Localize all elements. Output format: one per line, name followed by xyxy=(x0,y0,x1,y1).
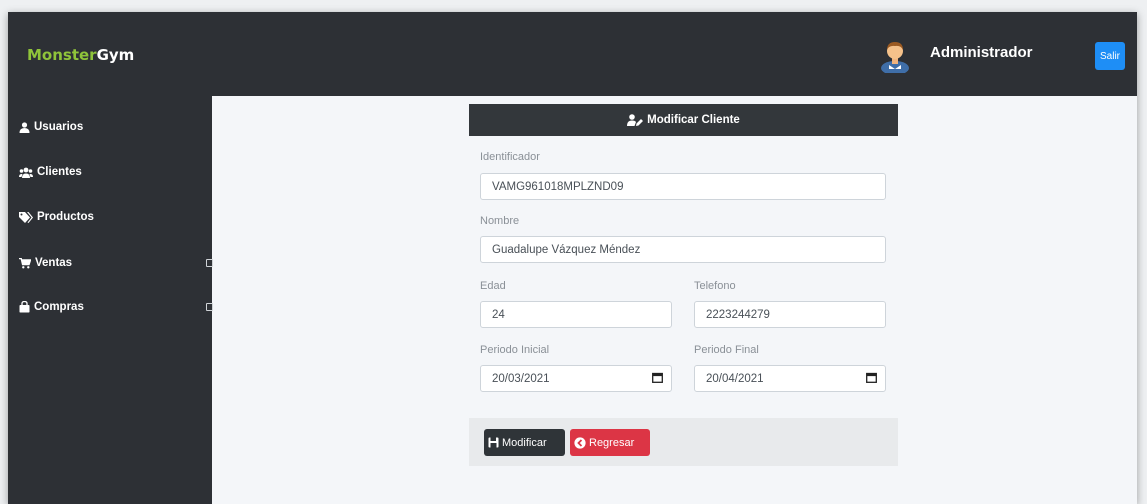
user-icon xyxy=(19,121,30,133)
phone-label: Telefono xyxy=(694,280,736,292)
brand-part-2: Gym xyxy=(96,46,135,64)
modify-button-label: Modificar xyxy=(502,436,547,449)
start-date-field[interactable] xyxy=(480,365,672,392)
top-navbar: MonsterGym Administrador Salir xyxy=(8,12,1137,96)
brand-logo[interactable]: MonsterGym xyxy=(27,46,134,64)
form-header: Modificar Cliente xyxy=(469,104,898,136)
app-window: MonsterGym Administrador Salir Usuarios … xyxy=(8,12,1137,504)
sidebar-item-productos[interactable]: Productos xyxy=(19,207,209,227)
calendar-icon[interactable] xyxy=(652,372,663,383)
back-button[interactable]: Regresar xyxy=(570,429,650,456)
sidebar-item-compras[interactable]: Compras xyxy=(19,297,213,317)
admin-username: Administrador xyxy=(930,44,1033,61)
name-label: Nombre xyxy=(480,215,520,227)
start-date-label: Periodo Inicial xyxy=(480,344,550,356)
identifier-field[interactable] xyxy=(480,173,886,200)
save-icon xyxy=(488,437,499,448)
brand-part-1: Monster xyxy=(27,46,97,64)
sidebar-item-label: Productos xyxy=(37,211,94,223)
age-label: Edad xyxy=(480,280,506,292)
end-date-label: Periodo Final xyxy=(694,344,759,356)
sidebar-item-label: Usuarios xyxy=(34,121,84,133)
tags-icon xyxy=(19,211,33,223)
phone-field[interactable] xyxy=(694,301,886,328)
submenu-indicator-icon xyxy=(206,259,213,267)
sidebar-item-ventas[interactable]: Ventas xyxy=(19,253,213,273)
end-date-picker[interactable] xyxy=(694,365,886,392)
identifier-label: Identificador xyxy=(480,151,540,163)
users-icon xyxy=(19,167,33,178)
name-field[interactable] xyxy=(480,236,886,263)
sidebar-item-label: Compras xyxy=(34,301,84,313)
submenu-indicator-icon xyxy=(206,303,213,311)
back-button-label: Regresar xyxy=(589,436,635,449)
bag-icon xyxy=(19,301,30,313)
form-title: Modificar Cliente xyxy=(647,114,740,126)
end-date-field[interactable] xyxy=(694,365,886,392)
arrow-circle-left-icon xyxy=(574,436,586,449)
user-avatar-icon xyxy=(881,42,909,73)
sidebar: Usuarios Clientes Productos Ventas Compr… xyxy=(8,96,213,504)
logout-button[interactable]: Salir xyxy=(1095,42,1125,70)
sidebar-item-label: Clientes xyxy=(37,166,82,178)
calendar-icon[interactable] xyxy=(866,372,877,383)
start-date-picker[interactable] xyxy=(480,365,672,392)
sidebar-item-usuarios[interactable]: Usuarios xyxy=(19,117,209,137)
sidebar-item-clientes[interactable]: Clientes xyxy=(19,162,209,182)
age-field[interactable] xyxy=(480,301,672,328)
cart-icon xyxy=(19,257,31,268)
sidebar-item-label: Ventas xyxy=(35,257,73,269)
modify-button[interactable]: Modificar xyxy=(484,429,565,456)
user-edit-icon xyxy=(627,114,644,126)
